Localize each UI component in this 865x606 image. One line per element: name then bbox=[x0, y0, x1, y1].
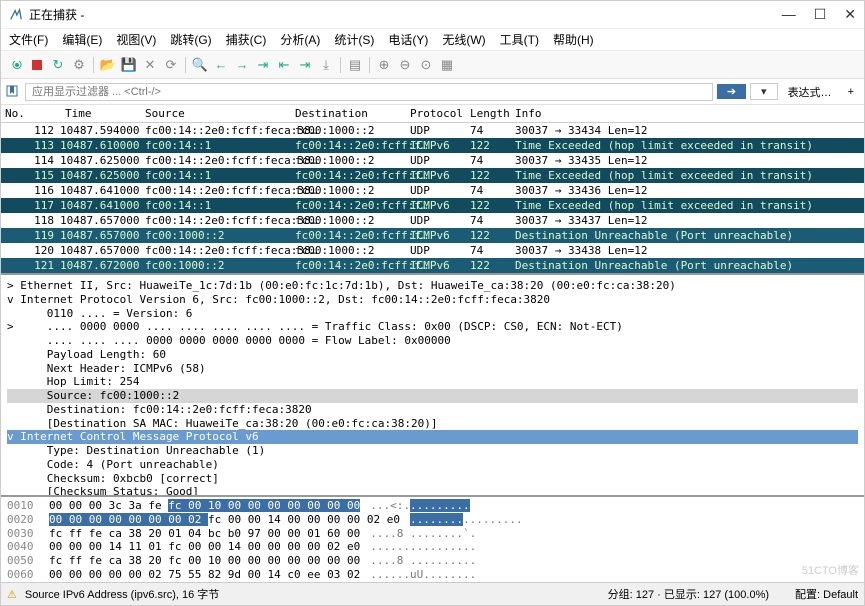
display-filter-input[interactable] bbox=[25, 83, 713, 101]
col-info[interactable]: Info bbox=[515, 107, 860, 120]
hex-row[interactable]: 001000 00 00 3c 3a fe fc 00 10 00 00 00 … bbox=[7, 499, 858, 513]
zoom-in-icon[interactable]: ⊕ bbox=[375, 56, 393, 74]
filter-bookmark-icon[interactable] bbox=[5, 84, 21, 100]
packet-row[interactable]: 12010487.657000fc00:14::2e0:fcff:feca:38… bbox=[1, 243, 864, 258]
menu-telephony[interactable]: 电话(Y) bbox=[388, 31, 428, 48]
menu-goto[interactable]: 跳转(G) bbox=[170, 31, 211, 48]
packet-row[interactable]: 12110487.672000fc00:1000::2fc00:14::2e0:… bbox=[1, 258, 864, 273]
start-capture-icon[interactable] bbox=[7, 56, 25, 74]
window-title: 正在捕获 - bbox=[29, 6, 782, 23]
stop-capture-icon[interactable] bbox=[28, 56, 46, 74]
minimize-button[interactable]: — bbox=[782, 6, 796, 23]
detail-line[interactable]: .... .... .... 0000 0000 0000 0000 0000 … bbox=[7, 334, 858, 348]
jump-icon[interactable]: ⇥ bbox=[254, 56, 272, 74]
packet-row[interactable]: 11610487.641000fc00:14::2e0:fcff:feca:38… bbox=[1, 183, 864, 198]
detail-line[interactable]: [Destination SA MAC: HuaweiTe_ca:38:20 (… bbox=[7, 417, 858, 431]
menu-capture[interactable]: 捕获(C) bbox=[226, 31, 267, 48]
menu-view[interactable]: 视图(V) bbox=[116, 31, 156, 48]
hex-row[interactable]: 006000 00 00 00 00 02 75 55 82 9d 00 14 … bbox=[7, 568, 858, 582]
detail-line[interactable]: v Internet Control Message Protocol v6 bbox=[7, 430, 858, 444]
menu-analyze[interactable]: 分析(A) bbox=[280, 31, 320, 48]
menu-statistics[interactable]: 统计(S) bbox=[334, 31, 374, 48]
detail-line[interactable]: Type: Destination Unreachable (1) bbox=[7, 444, 858, 458]
packet-details[interactable]: > Ethernet II, Src: HuaweiTe_1c:7d:1b (0… bbox=[1, 275, 864, 497]
col-no[interactable]: No. bbox=[5, 107, 65, 120]
packet-row[interactable]: 11410487.625000fc00:14::2e0:fcff:feca:38… bbox=[1, 153, 864, 168]
menu-wireless[interactable]: 无线(W) bbox=[442, 31, 485, 48]
status-profile[interactable]: 配置: Default bbox=[795, 586, 858, 602]
col-source[interactable]: Source bbox=[145, 107, 295, 120]
detail-line[interactable]: Next Header: ICMPv6 (58) bbox=[7, 362, 858, 376]
status-field-info: Source IPv6 Address (ipv6.src), 16 字节 bbox=[25, 586, 219, 602]
status-wiki-icon[interactable]: ⚠ bbox=[7, 588, 17, 601]
colorize-icon[interactable]: ▤ bbox=[346, 56, 364, 74]
menu-edit[interactable]: 编辑(E) bbox=[62, 31, 102, 48]
packet-row[interactable]: 11710487.641000fc00:14::1fc00:14::2e0:fc… bbox=[1, 198, 864, 213]
app-icon bbox=[9, 8, 23, 22]
detail-line[interactable]: > Ethernet II, Src: HuaweiTe_1c:7d:1b (0… bbox=[7, 279, 858, 293]
packet-list-header: No. Time Source Destination Protocol Len… bbox=[1, 105, 864, 123]
toolbar: ↻ ⚙ 📂 💾 ✕ ⟳ 🔍 ← → ⇥ ⇤ ⇥ ⤓ ▤ ⊕ ⊖ ⊙ ▦ bbox=[1, 51, 864, 79]
save-file-icon[interactable]: 💾 bbox=[120, 56, 138, 74]
detail-line[interactable]: Payload Length: 60 bbox=[7, 348, 858, 362]
packet-row[interactable]: 11310487.610000fc00:14::1fc00:14::2e0:fc… bbox=[1, 138, 864, 153]
detail-line[interactable]: v Internet Protocol Version 6, Src: fc00… bbox=[7, 293, 858, 307]
detail-line[interactable]: Source: fc00:1000::2 bbox=[7, 389, 858, 403]
titlebar: 正在捕获 - — ☐ ✕ bbox=[1, 1, 864, 29]
resize-cols-icon[interactable]: ▦ bbox=[438, 56, 456, 74]
filter-bar: ➔ ▾ 表达式… + bbox=[1, 79, 864, 105]
detail-line[interactable]: Hop Limit: 254 bbox=[7, 375, 858, 389]
restart-capture-icon[interactable]: ↻ bbox=[49, 56, 67, 74]
hex-row[interactable]: 0050fc ff fe ca 38 20 fc 00 10 00 00 00 … bbox=[7, 554, 858, 568]
detail-line[interactable]: 0110 .... = Version: 6 bbox=[7, 307, 858, 321]
zoom-out-icon[interactable]: ⊖ bbox=[396, 56, 414, 74]
hex-row[interactable]: 004000 00 00 14 11 01 fc 00 00 14 00 00 … bbox=[7, 540, 858, 554]
add-filter-button[interactable]: + bbox=[842, 84, 860, 100]
last-icon[interactable]: ⇥ bbox=[296, 56, 314, 74]
prev-icon[interactable]: ← bbox=[212, 56, 230, 74]
detail-line[interactable]: Code: 4 (Port unreachable) bbox=[7, 458, 858, 472]
menu-help[interactable]: 帮助(H) bbox=[553, 31, 594, 48]
hex-row[interactable]: 002000 00 00 00 00 00 00 02 fc 00 00 14 … bbox=[7, 513, 858, 527]
col-time[interactable]: Time bbox=[65, 107, 145, 120]
reload-icon[interactable]: ⟳ bbox=[162, 56, 180, 74]
auto-scroll-icon[interactable]: ⤓ bbox=[317, 56, 335, 74]
packet-row[interactable]: 11910487.657000fc00:1000::2fc00:14::2e0:… bbox=[1, 228, 864, 243]
find-icon[interactable]: 🔍 bbox=[191, 56, 209, 74]
close-file-icon[interactable]: ✕ bbox=[141, 56, 159, 74]
col-len[interactable]: Length bbox=[470, 107, 515, 120]
expression-button[interactable]: 表达式… bbox=[782, 82, 838, 102]
close-button[interactable]: ✕ bbox=[844, 6, 856, 23]
packet-row[interactable]: 11810487.657000fc00:14::2e0:fcff:feca:38… bbox=[1, 213, 864, 228]
col-proto[interactable]: Protocol bbox=[410, 107, 470, 120]
status-packet-count: 分组: 127 · 已显示: 127 (100.0%) bbox=[608, 586, 769, 602]
packet-list[interactable]: No. Time Source Destination Protocol Len… bbox=[1, 105, 864, 275]
next-icon[interactable]: → bbox=[233, 56, 251, 74]
detail-line[interactable]: > .... 0000 0000 .... .... .... .... ...… bbox=[7, 320, 858, 334]
menubar: 文件(F) 编辑(E) 视图(V) 跳转(G) 捕获(C) 分析(A) 统计(S… bbox=[1, 29, 864, 51]
hex-row[interactable]: 0030fc ff fe ca 38 20 01 04 bc b0 97 00 … bbox=[7, 527, 858, 541]
packet-row[interactable]: 11210487.594000fc00:14::2e0:fcff:feca:38… bbox=[1, 123, 864, 138]
capture-options-icon[interactable]: ⚙ bbox=[70, 56, 88, 74]
detail-line[interactable]: [Checksum Status: Good] bbox=[7, 485, 858, 497]
packet-row[interactable]: 11510487.625000fc00:14::1fc00:14::2e0:fc… bbox=[1, 168, 864, 183]
menu-tools[interactable]: 工具(T) bbox=[500, 31, 539, 48]
menu-file[interactable]: 文件(F) bbox=[9, 31, 48, 48]
open-file-icon[interactable]: 📂 bbox=[99, 56, 117, 74]
filter-dropdown[interactable]: ▾ bbox=[750, 83, 778, 100]
detail-line[interactable]: Destination: fc00:14::2e0:fcff:feca:3820 bbox=[7, 403, 858, 417]
first-icon[interactable]: ⇤ bbox=[275, 56, 293, 74]
maximize-button[interactable]: ☐ bbox=[814, 6, 827, 23]
zoom-reset-icon[interactable]: ⊙ bbox=[417, 56, 435, 74]
status-bar: ⚠ Source IPv6 Address (ipv6.src), 16 字节 … bbox=[1, 583, 864, 605]
col-dest[interactable]: Destination bbox=[295, 107, 410, 120]
detail-line[interactable]: Checksum: 0xbcb0 [correct] bbox=[7, 472, 858, 486]
packet-bytes[interactable]: 001000 00 00 3c 3a fe fc 00 10 00 00 00 … bbox=[1, 497, 864, 583]
apply-filter-button[interactable]: ➔ bbox=[717, 84, 746, 99]
